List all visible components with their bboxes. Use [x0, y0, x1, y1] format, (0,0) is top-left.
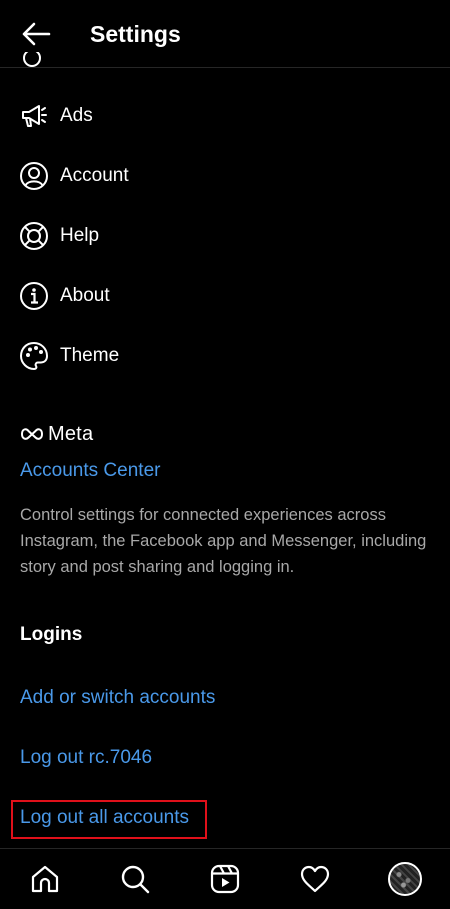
partial-icon [23, 52, 41, 67]
info-circle-icon [18, 280, 50, 312]
reels-icon [210, 864, 240, 894]
search-icon [121, 865, 150, 894]
profile-avatar [388, 862, 422, 896]
menu-label-ads: Ads [60, 105, 93, 126]
meta-brand-text: Meta [48, 422, 94, 445]
menu-item-theme[interactable]: Theme [0, 326, 450, 386]
user-circle-icon [18, 160, 50, 192]
header-bar: Settings [0, 0, 450, 68]
tab-home[interactable] [23, 857, 67, 901]
add-switch-accounts-link[interactable]: Add or switch accounts [20, 687, 215, 709]
tab-search[interactable] [113, 857, 157, 901]
bottom-tab-bar [0, 848, 450, 909]
lifebuoy-icon [18, 220, 50, 252]
tab-reels[interactable] [203, 857, 247, 901]
logins-section-title: Logins [20, 624, 83, 645]
megaphone-icon [18, 100, 50, 132]
back-button[interactable] [16, 16, 56, 52]
page-title: Settings [90, 21, 181, 47]
menu-item-about[interactable]: About [0, 266, 450, 326]
meta-logo: Meta [20, 421, 93, 447]
menu-item-ads[interactable]: Ads [0, 86, 450, 146]
menu-item-help[interactable]: Help [0, 206, 450, 266]
menu-label-about: About [60, 285, 110, 306]
palette-icon [18, 340, 50, 372]
menu-label-help: Help [60, 225, 100, 246]
meta-infinity-icon [20, 428, 44, 440]
menu-item-account[interactable]: Account [0, 146, 450, 206]
menu-label-account: Account [60, 165, 129, 186]
log-out-user-link[interactable]: Log out rc.7046 [20, 747, 152, 769]
arrow-left-icon [22, 22, 51, 46]
home-icon [31, 865, 59, 893]
accounts-center-link[interactable]: Accounts Center [20, 460, 160, 482]
highlight-annotation [11, 800, 207, 839]
accounts-center-description: Control settings for connected experienc… [20, 506, 427, 576]
tab-profile[interactable] [383, 857, 427, 901]
heart-icon [300, 865, 330, 893]
menu-label-theme: Theme [60, 345, 120, 366]
tab-activity[interactable] [293, 857, 337, 901]
